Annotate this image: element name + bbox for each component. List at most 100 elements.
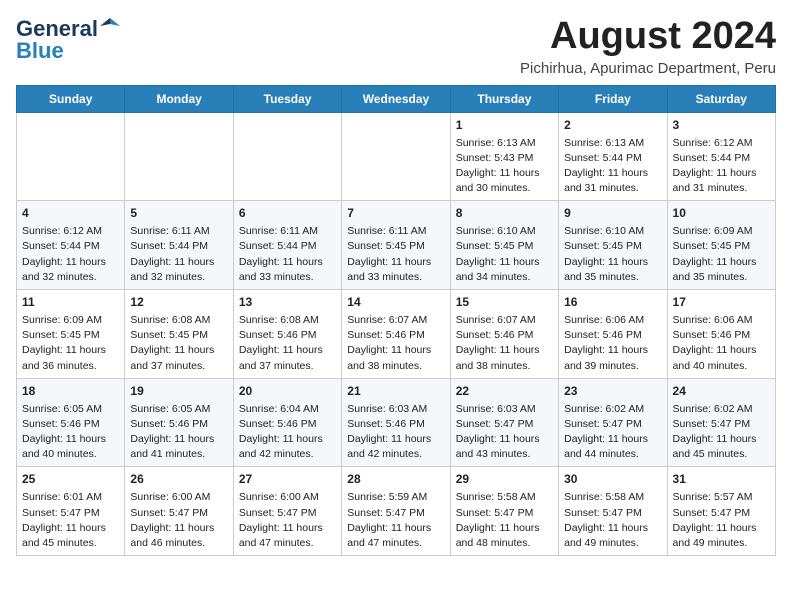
day-number: 30 [564,471,661,488]
day-number: 4 [22,205,119,222]
day-number: 31 [673,471,770,488]
day-info: Sunrise: 6:10 AMSunset: 5:45 PMDaylight:… [456,224,553,285]
calendar-table: SundayMondayTuesdayWednesdayThursdayFrid… [16,85,776,556]
day-info: Sunrise: 6:11 AMSunset: 5:44 PMDaylight:… [130,224,227,285]
calendar-cell [233,112,341,201]
day-number: 19 [130,383,227,400]
day-number: 3 [673,117,770,134]
calendar-week-4: 18 Sunrise: 6:05 AMSunset: 5:46 PMDayligh… [17,378,776,467]
day-info: Sunrise: 6:04 AMSunset: 5:46 PMDaylight:… [239,402,336,463]
calendar-cell: 30 Sunrise: 5:58 AMSunset: 5:47 PMDayligh… [559,467,667,556]
day-number: 9 [564,205,661,222]
day-number: 23 [564,383,661,400]
day-number: 18 [22,383,119,400]
calendar-cell: 23 Sunrise: 6:02 AMSunset: 5:47 PMDayligh… [559,378,667,467]
subtitle: Pichirhua, Apurimac Department, Peru [520,60,776,77]
day-info: Sunrise: 6:01 AMSunset: 5:47 PMDaylight:… [22,490,119,551]
calendar-cell: 3 Sunrise: 6:12 AMSunset: 5:44 PMDaylight… [667,112,775,201]
calendar-cell: 27 Sunrise: 6:00 AMSunset: 5:47 PMDayligh… [233,467,341,556]
day-number: 22 [456,383,553,400]
weekday-header-friday: Friday [559,85,667,112]
calendar-cell: 1 Sunrise: 6:13 AMSunset: 5:43 PMDaylight… [450,112,558,201]
day-info: Sunrise: 5:58 AMSunset: 5:47 PMDaylight:… [456,490,553,551]
day-info: Sunrise: 6:06 AMSunset: 5:46 PMDaylight:… [673,313,770,374]
calendar-cell: 16 Sunrise: 6:06 AMSunset: 5:46 PMDayligh… [559,290,667,379]
logo: General Blue [16,16,120,64]
day-info: Sunrise: 6:13 AMSunset: 5:44 PMDaylight:… [564,136,661,197]
day-number: 6 [239,205,336,222]
calendar-cell [342,112,450,201]
calendar-cell: 28Sunrise: 5:59 AMSunset: 5:47 PMDayligh… [342,467,450,556]
day-number: 27 [239,471,336,488]
calendar-cell: 22Sunrise: 6:03 AMSunset: 5:47 PMDayligh… [450,378,558,467]
day-number: 14 [347,294,444,311]
calendar-cell: 13Sunrise: 6:08 AMSunset: 5:46 PMDayligh… [233,290,341,379]
day-info: Sunrise: 6:10 AMSunset: 5:45 PMDaylight:… [564,224,661,285]
day-info: Sunrise: 6:00 AMSunset: 5:47 PMDaylight:… [239,490,336,551]
day-number: 13 [239,294,336,311]
weekday-header-monday: Monday [125,85,233,112]
day-info: Sunrise: 6:05 AMSunset: 5:46 PMDaylight:… [130,402,227,463]
calendar-cell: 31Sunrise: 5:57 AMSunset: 5:47 PMDayligh… [667,467,775,556]
day-info: Sunrise: 6:09 AMSunset: 5:45 PMDaylight:… [22,313,119,374]
calendar-week-2: 4 Sunrise: 6:12 AMSunset: 5:44 PMDaylight… [17,201,776,290]
day-info: Sunrise: 6:12 AMSunset: 5:44 PMDaylight:… [22,224,119,285]
calendar-cell: 4 Sunrise: 6:12 AMSunset: 5:44 PMDaylight… [17,201,125,290]
weekday-header-sunday: Sunday [17,85,125,112]
day-info: Sunrise: 6:08 AMSunset: 5:45 PMDaylight:… [130,313,227,374]
main-title: August 2024 [520,16,776,58]
day-info: Sunrise: 6:12 AMSunset: 5:44 PMDaylight:… [673,136,770,197]
calendar-cell: 24 Sunrise: 6:02 AMSunset: 5:47 PMDayligh… [667,378,775,467]
day-number: 1 [456,117,553,134]
logo-blue: Blue [16,38,64,64]
calendar-week-1: 1 Sunrise: 6:13 AMSunset: 5:43 PMDaylight… [17,112,776,201]
weekday-header-tuesday: Tuesday [233,85,341,112]
calendar-cell: 5Sunrise: 6:11 AMSunset: 5:44 PMDaylight… [125,201,233,290]
title-area: August 2024 Pichirhua, Apurimac Departme… [520,16,776,77]
day-number: 17 [673,294,770,311]
day-info: Sunrise: 5:58 AMSunset: 5:47 PMDaylight:… [564,490,661,551]
calendar-cell: 15Sunrise: 6:07 AMSunset: 5:46 PMDayligh… [450,290,558,379]
weekday-header-thursday: Thursday [450,85,558,112]
day-info: Sunrise: 6:11 AMSunset: 5:44 PMDaylight:… [239,224,336,285]
day-number: 2 [564,117,661,134]
day-number: 29 [456,471,553,488]
calendar-cell: 7Sunrise: 6:11 AMSunset: 5:45 PMDaylight… [342,201,450,290]
day-info: Sunrise: 6:07 AMSunset: 5:46 PMDaylight:… [347,313,444,374]
weekday-header-row: SundayMondayTuesdayWednesdayThursdayFrid… [17,85,776,112]
day-number: 24 [673,383,770,400]
calendar-cell: 8 Sunrise: 6:10 AMSunset: 5:45 PMDaylight… [450,201,558,290]
day-number: 10 [673,205,770,222]
calendar-cell [125,112,233,201]
day-info: Sunrise: 6:09 AMSunset: 5:45 PMDaylight:… [673,224,770,285]
day-info: Sunrise: 6:06 AMSunset: 5:46 PMDaylight:… [564,313,661,374]
calendar-cell: 2 Sunrise: 6:13 AMSunset: 5:44 PMDaylight… [559,112,667,201]
weekday-header-wednesday: Wednesday [342,85,450,112]
calendar-cell: 10 Sunrise: 6:09 AMSunset: 5:45 PMDayligh… [667,201,775,290]
day-number: 12 [130,294,227,311]
day-info: Sunrise: 6:11 AMSunset: 5:45 PMDaylight:… [347,224,444,285]
day-number: 20 [239,383,336,400]
day-info: Sunrise: 6:13 AMSunset: 5:43 PMDaylight:… [456,136,553,197]
calendar-cell: 17 Sunrise: 6:06 AMSunset: 5:46 PMDayligh… [667,290,775,379]
day-number: 25 [22,471,119,488]
day-number: 26 [130,471,227,488]
day-info: Sunrise: 6:00 AMSunset: 5:47 PMDaylight:… [130,490,227,551]
calendar-cell: 26 Sunrise: 6:00 AMSunset: 5:47 PMDayligh… [125,467,233,556]
calendar-week-5: 25 Sunrise: 6:01 AMSunset: 5:47 PMDayligh… [17,467,776,556]
calendar-cell: 21Sunrise: 6:03 AMSunset: 5:46 PMDayligh… [342,378,450,467]
calendar-cell [17,112,125,201]
day-info: Sunrise: 6:02 AMSunset: 5:47 PMDaylight:… [673,402,770,463]
calendar-cell: 14 Sunrise: 6:07 AMSunset: 5:46 PMDayligh… [342,290,450,379]
calendar-cell: 11Sunrise: 6:09 AMSunset: 5:45 PMDayligh… [17,290,125,379]
calendar-cell: 6 Sunrise: 6:11 AMSunset: 5:44 PMDaylight… [233,201,341,290]
day-number: 8 [456,205,553,222]
day-info: Sunrise: 6:03 AMSunset: 5:46 PMDaylight:… [347,402,444,463]
day-info: Sunrise: 6:02 AMSunset: 5:47 PMDaylight:… [564,402,661,463]
day-number: 16 [564,294,661,311]
page-header: General Blue August 2024 Pichirhua, Apur… [16,16,776,77]
calendar-cell: 20 Sunrise: 6:04 AMSunset: 5:46 PMDayligh… [233,378,341,467]
day-info: Sunrise: 6:07 AMSunset: 5:46 PMDaylight:… [456,313,553,374]
logo-bird-icon [100,16,120,36]
calendar-week-3: 11Sunrise: 6:09 AMSunset: 5:45 PMDayligh… [17,290,776,379]
